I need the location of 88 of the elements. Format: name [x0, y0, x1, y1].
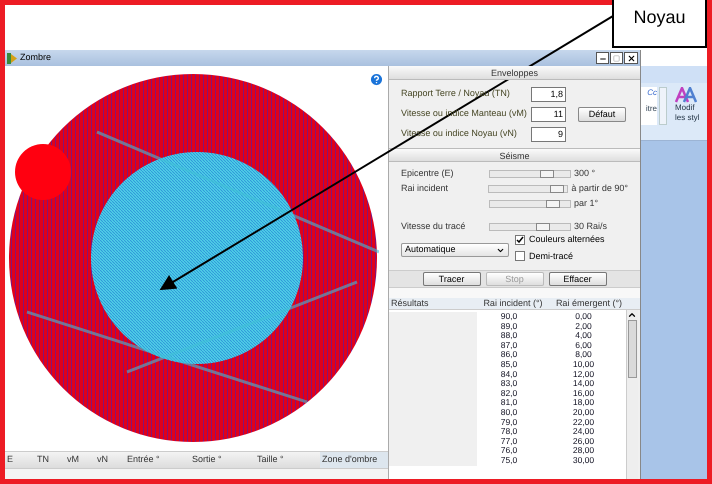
table-cell-text: 26,00: [572, 436, 596, 446]
table-cell-text: 6,00: [574, 340, 593, 350]
table-cell-text: 28,00: [572, 446, 596, 456]
table-cell-text: 10,00: [572, 360, 596, 370]
slider-label: Epicentre (E): [401, 166, 455, 180]
ribbon-tab-strip: [641, 66, 707, 83]
slider-thumb[interactable]: [546, 200, 560, 208]
table-cell-text: 0,00: [574, 312, 593, 322]
table-cell-text: 78,0: [500, 427, 518, 437]
number-field[interactable]: 1,8: [531, 86, 566, 102]
column-header[interactable]: Résultats: [389, 296, 477, 310]
table-cell-text: 81,0: [500, 398, 518, 408]
column-header[interactable]: E: [5, 453, 35, 467]
slider-label: Vitesse du tracé: [401, 220, 466, 233]
ribbon-button-label[interactable]: les styl: [675, 113, 700, 123]
close-button[interactable]: [624, 52, 638, 64]
close-icon: [626, 54, 636, 62]
slider-label: Rai incident: [401, 182, 450, 195]
table-cell-text: 88,0: [500, 331, 518, 341]
column-header[interactable]: Sortie °: [190, 453, 255, 467]
slider-reading: par 1°: [574, 196, 598, 210]
slider-thumb[interactable]: [536, 222, 550, 230]
styles-icon[interactable]: [675, 87, 697, 103]
column-header[interactable]: Rai incident (°): [477, 296, 549, 310]
table-cell-text: 16,00: [572, 388, 596, 398]
table-cell-text: 83,0: [500, 379, 518, 389]
window-title: Zombre: [20, 51, 52, 64]
check-icon: [516, 236, 524, 244]
checkbox-label: Couleurs alternées: [529, 233, 605, 246]
slider[interactable]: [488, 184, 568, 192]
table-cell-text: 77,0: [500, 436, 518, 446]
table-cell-text: 87,0: [500, 340, 518, 350]
slider-thumb[interactable]: [550, 184, 564, 192]
column-header[interactable]: Rai émergent (°): [549, 296, 629, 310]
minimize-button[interactable]: [596, 52, 609, 64]
callout-box: Noyau: [612, 0, 707, 48]
table-cell-text: 22,00: [572, 418, 596, 428]
column-header[interactable]: Zone d'ombre: [320, 452, 388, 468]
column-header[interactable]: vN: [95, 453, 125, 467]
table-cell-text: 84,0: [500, 370, 518, 380]
section-header: Enveloppes: [389, 66, 640, 80]
scroll-up-icon[interactable]: [627, 310, 637, 320]
mode-dropdown[interactable]: Automatique: [401, 243, 509, 257]
maximize-icon: [613, 54, 620, 62]
table-cell-text: 90,0: [500, 312, 518, 322]
slider[interactable]: [489, 200, 571, 208]
table-cell-text: 18,00: [572, 398, 596, 408]
slider-reading: 30 Rai/s: [574, 220, 608, 233]
table-cell-text: 80,0: [500, 408, 518, 418]
slider-thumb[interactable]: [540, 170, 554, 178]
help-icon[interactable]: [369, 72, 384, 87]
maximize-button[interactable]: [610, 52, 623, 64]
slider[interactable]: [489, 222, 571, 230]
table-cell-text: 14,00: [572, 379, 596, 389]
table-cell-text: 86,0: [500, 350, 518, 360]
checkbox[interactable]: [515, 251, 525, 262]
ribbon-button-label[interactable]: Modif: [675, 103, 695, 113]
action-button[interactable]: Effacer: [548, 272, 606, 286]
number-field[interactable]: 9: [531, 126, 566, 142]
column-header[interactable]: Taille °: [255, 453, 320, 467]
slider-reading: à partir de 90°: [571, 182, 628, 195]
table-cell-text: 24,00: [572, 427, 596, 437]
number-field[interactable]: 11: [531, 106, 566, 122]
app-icon: [7, 52, 17, 64]
checkbox-label: Demi-tracé: [529, 250, 574, 262]
column-header[interactable]: vM: [65, 453, 95, 467]
table-cell-text: 20,00: [572, 408, 596, 418]
table-cell-text: 30,00: [572, 456, 596, 466]
table-cell-text: 2,00: [574, 322, 593, 332]
table-cell-text: 75,0: [500, 456, 518, 466]
table-cell-text: 76,0: [500, 446, 518, 456]
style-gallery[interactable]: Cc itre: [641, 87, 657, 125]
action-button[interactable]: Tracer: [422, 272, 480, 286]
checkbox[interactable]: [515, 234, 525, 245]
table-cell-text: 85,0: [500, 360, 518, 370]
table-cell-text: 79,0: [500, 418, 518, 428]
column-header[interactable]: Entrée °: [125, 453, 190, 467]
column-header[interactable]: TN: [35, 453, 65, 467]
scrollbar[interactable]: [626, 310, 638, 479]
table-cell-text: 89,0: [500, 322, 518, 332]
section-header: Séisme: [389, 148, 640, 162]
table-cell-text: 12,00: [572, 370, 596, 380]
default-button[interactable]: Défaut: [578, 106, 626, 122]
table-cell-text: 8,00: [574, 350, 593, 360]
slider-reading: 300 °: [574, 166, 596, 180]
table-cell-text: 82,0: [500, 388, 518, 398]
slider[interactable]: [489, 170, 571, 178]
table-cell-text: 4,00: [574, 331, 593, 341]
